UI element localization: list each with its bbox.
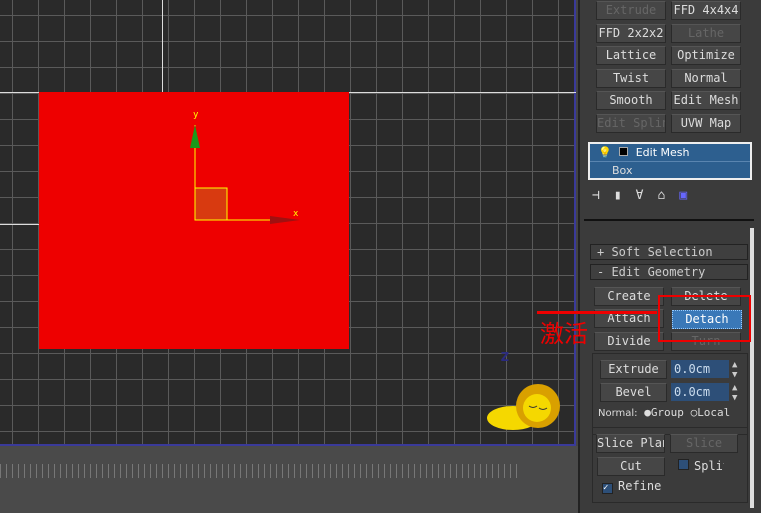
command-panel: Extrude FFD 4x4x4 FFD 2x2x2 Lathe Lattice Opt… — [578, 0, 761, 513]
modifier-button[interactable]: Lattice — [596, 46, 666, 66]
slice-plane-button[interactable]: Slice Plane — [596, 434, 665, 453]
local-label: Local — [697, 406, 731, 419]
refine-checkbox[interactable]: ✓ Refine — [602, 479, 661, 494]
axis-z-label: z — [500, 346, 510, 365]
panel-scrollbar[interactable] — [750, 228, 754, 508]
annotation-label: 激活 — [540, 320, 588, 348]
modifier-button[interactable]: Lathe — [671, 23, 741, 43]
create-button[interactable]: Create — [594, 287, 664, 306]
modifier-button[interactable]: FFD 4x4x4 — [671, 1, 741, 20]
modifier-button[interactable]: Edit Mesh — [671, 91, 741, 111]
divide-button[interactable]: Divide — [594, 332, 664, 351]
pin-stack-icon[interactable]: ⊣ — [592, 188, 614, 203]
stack-toolbar: ⊣▮∀⌂▣ — [592, 188, 701, 203]
axis-y-label: y — [193, 110, 199, 120]
split-label: Split — [694, 459, 724, 473]
group-label: Group — [650, 406, 684, 419]
axis-x-label: x — [293, 209, 299, 219]
stack-item-edit-mesh[interactable]: 💡 Edit Mesh — [590, 144, 750, 161]
group-radio[interactable]: ● — [644, 406, 651, 419]
modifier-button[interactable]: Smooth — [596, 91, 666, 111]
refine-label: Refine — [618, 479, 662, 493]
viewport[interactable]: y x z — [0, 0, 576, 446]
bevel-amount-input[interactable]: 0.0cm — [671, 383, 729, 401]
lightbulb-icon[interactable]: 💡 — [598, 146, 612, 159]
extrude-spinner[interactable]: ▲ ▼ — [732, 360, 737, 380]
bevel-spinner[interactable]: ▲ ▼ — [732, 383, 737, 403]
show-end-result-icon[interactable]: ▮ — [614, 188, 636, 203]
modifier-button[interactable]: UVW Map — [671, 114, 741, 133]
transform-gizmo[interactable] — [180, 105, 310, 230]
expand-icon[interactable] — [619, 147, 629, 156]
rollout-edit-geometry[interactable]: - Edit Geometry — [590, 264, 748, 280]
extrude-button[interactable]: Extrude — [600, 360, 667, 379]
annotation-highlight-box — [658, 295, 751, 342]
modifier-button[interactable]: FFD 2x2x2 — [596, 23, 666, 43]
lion-mascot-icon — [487, 384, 560, 430]
make-unique-icon[interactable]: ∀ — [636, 188, 658, 203]
split-checkbox[interactable]: Split — [678, 459, 724, 473]
modifier-button[interactable]: Optimize — [671, 46, 741, 66]
time-ruler[interactable] — [0, 464, 520, 478]
rollout-soft-selection[interactable]: + Soft Selection — [590, 244, 748, 260]
modifier-button[interactable]: Twist — [596, 68, 666, 88]
slice-button[interactable]: Slice — [670, 434, 738, 453]
modifier-button[interactable]: Edit Spline — [596, 114, 666, 133]
timeline[interactable] — [0, 446, 578, 513]
stack-item-box[interactable]: Box — [590, 161, 750, 178]
stack-item-label: Edit Mesh — [635, 146, 690, 159]
modifier-stack[interactable]: 💡 Edit Mesh Box — [588, 142, 752, 180]
remove-modifier-icon[interactable]: ⌂ — [657, 188, 679, 203]
extrude-amount-input[interactable]: 0.0cm — [671, 360, 729, 378]
modifier-button[interactable]: Normal — [671, 68, 741, 88]
normal-label: Normal: — [598, 408, 638, 419]
bevel-button[interactable]: Bevel — [600, 383, 667, 402]
cut-button[interactable]: Cut — [597, 457, 665, 476]
configure-modifier-sets-icon[interactable]: ▣ — [679, 188, 701, 203]
modifier-button[interactable]: Extrude — [596, 1, 666, 20]
